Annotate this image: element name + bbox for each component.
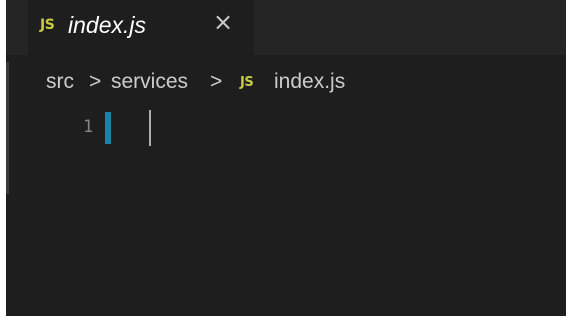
modified-line-marker: [105, 112, 111, 144]
line-number: 1: [83, 117, 94, 137]
tab-bar: JS index.js ×: [6, 0, 566, 55]
javascript-file-icon: JS: [40, 17, 55, 33]
javascript-file-icon: JS: [240, 75, 254, 90]
screenshot-frame: JS index.js × src > services > JS index.…: [0, 0, 572, 322]
breadcrumb-item-index-js[interactable]: index.js: [274, 70, 345, 94]
breadcrumb-item-services[interactable]: services: [111, 70, 188, 94]
tab-index-js[interactable]: JS index.js ×: [28, 0, 254, 55]
chevron-right-icon: >: [89, 70, 102, 93]
tab-label: index.js: [68, 12, 146, 38]
editor-left-shadow: [6, 62, 9, 194]
chevron-right-icon: >: [210, 70, 223, 93]
close-icon[interactable]: ×: [211, 7, 235, 37]
code-editor: JS index.js × src > services > JS index.…: [6, 0, 566, 316]
text-cursor[interactable]: [149, 110, 151, 146]
breadcrumb-item-src[interactable]: src: [46, 70, 74, 94]
